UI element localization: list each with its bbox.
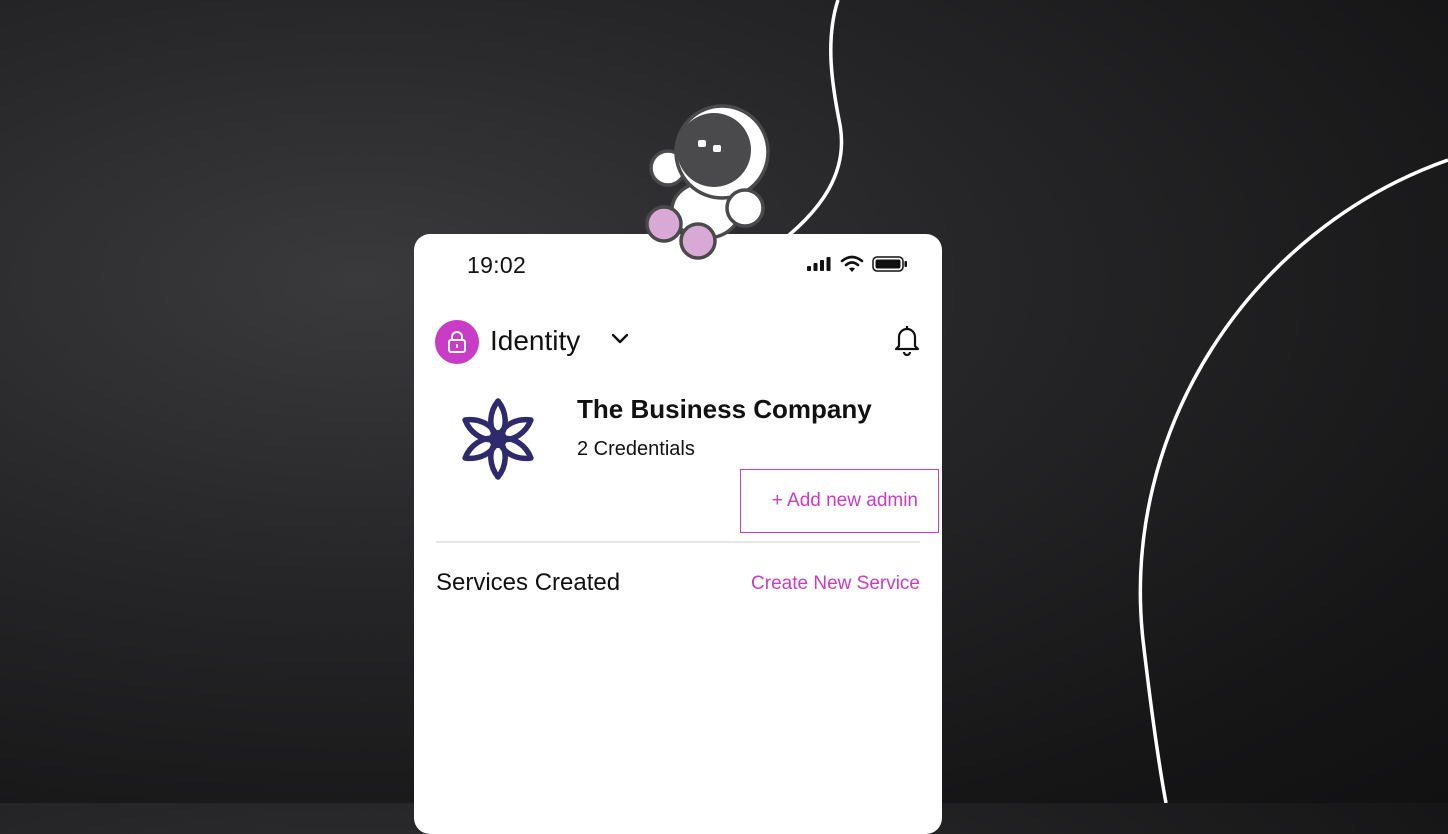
add-admin-button[interactable]: + Add new admin [740,469,939,533]
flower-logo-icon [462,398,534,480]
chevron-down-icon[interactable] [611,332,629,346]
section-divider [436,541,920,543]
phone-screen: 19:02 Identity The Business Company 2 Cr… [414,234,942,834]
identity-badge [435,320,479,364]
cellular-signal-icon [807,257,831,271]
wifi-icon [840,255,864,272]
status-time: 19:02 [467,252,527,278]
company-name: The Business Company [577,394,872,424]
services-section-title: Services Created [436,569,621,596]
lock-icon [448,331,466,353]
battery-icon [872,256,907,272]
identity-header: Identity [435,320,921,364]
bell-icon[interactable] [893,324,921,356]
identity-selector-label[interactable]: Identity [490,325,580,357]
astronaut-illustration [645,104,770,260]
credentials-count: 2 Credentials [577,438,695,460]
create-service-link[interactable]: Create New Service [751,573,920,595]
status-icons [807,255,908,273]
